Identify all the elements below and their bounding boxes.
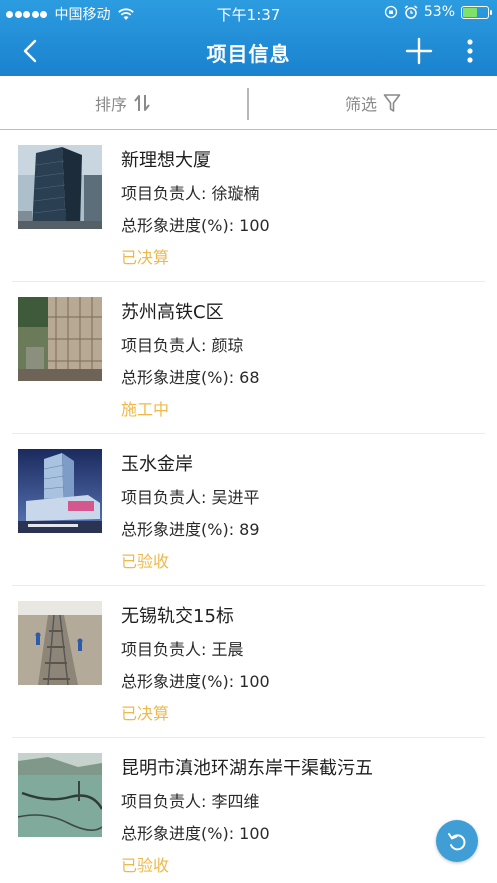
project-name: 无锡轨交15标: [121, 606, 234, 627]
alarm-icon: [404, 5, 418, 19]
project-thumbnail: [18, 297, 102, 381]
project-name: 昆明市滇池环湖东岸干渠截污五: [121, 758, 373, 779]
sort-button[interactable]: 排序: [0, 76, 248, 130]
project-progress: 总形象进度(%): 89: [121, 520, 260, 539]
project-manager: 项目负责人: 颜琼: [121, 336, 244, 355]
project-name: 玉水金岸: [121, 454, 193, 475]
project-progress: 总形象进度(%): 100: [121, 672, 270, 691]
project-name: 苏州高铁C区: [121, 302, 224, 323]
nav-bar: 项目信息: [0, 26, 497, 76]
project-progress: 总形象进度(%): 100: [121, 216, 270, 235]
return-icon: [448, 833, 466, 851]
project-status: 施工中: [121, 400, 170, 419]
list-item[interactable]: 昆明市滇池环湖东岸干渠截污五 项目负责人: 李四维 总形象进度(%): 100 …: [0, 738, 497, 883]
project-progress: 总形象进度(%): 68: [121, 368, 260, 387]
project-status: 已决算: [121, 704, 170, 723]
sort-filter-bar: 排序 筛选: [0, 76, 497, 130]
add-button[interactable]: [404, 36, 434, 66]
return-button[interactable]: [436, 820, 478, 862]
filter-icon: [383, 94, 401, 112]
project-progress: 总形象进度(%): 100: [121, 824, 270, 843]
sort-label: 排序: [94, 95, 127, 114]
project-status: 已验收: [121, 552, 170, 571]
list-item[interactable]: 无锡轨交15标 项目负责人: 王晨 总形象进度(%): 100 已决算: [0, 586, 497, 738]
project-thumbnail: [18, 753, 102, 837]
sort-icon: [134, 95, 150, 111]
more-button[interactable]: [458, 36, 482, 66]
list-item[interactable]: 苏州高铁C区 项目负责人: 颜琼 总形象进度(%): 68 施工中: [0, 282, 497, 434]
project-manager: 项目负责人: 李四维: [121, 792, 260, 811]
filter-label: 筛选: [344, 95, 377, 114]
project-manager: 项目负责人: 徐璇楠: [121, 184, 260, 203]
project-thumbnail: [18, 601, 102, 685]
filter-button[interactable]: 筛选: [249, 76, 497, 130]
orientation-lock-icon: [384, 5, 398, 19]
project-status: 已验收: [121, 856, 170, 875]
project-status: 已决算: [121, 248, 170, 267]
project-manager: 项目负责人: 吴进平: [121, 488, 260, 507]
battery-percent: 53%: [423, 4, 455, 20]
app-header: 中国移动 下午1:37 53% 项目信息: [0, 0, 497, 76]
status-bar: 中国移动 下午1:37 53%: [0, 0, 497, 26]
project-thumbnail: [18, 449, 102, 533]
project-list: 新理想大厦 项目负责人: 徐璇楠 总形象进度(%): 100 已决算 苏州高铁C…: [0, 130, 497, 883]
list-item[interactable]: 玉水金岸 项目负责人: 吴进平 总形象进度(%): 89 已验收: [0, 434, 497, 586]
list-item[interactable]: 新理想大厦 项目负责人: 徐璇楠 总形象进度(%): 100 已决算: [0, 130, 497, 282]
project-name: 新理想大厦: [121, 150, 211, 171]
battery-icon: [461, 5, 492, 19]
project-thumbnail: [18, 145, 102, 229]
project-manager: 项目负责人: 王晨: [121, 640, 244, 659]
